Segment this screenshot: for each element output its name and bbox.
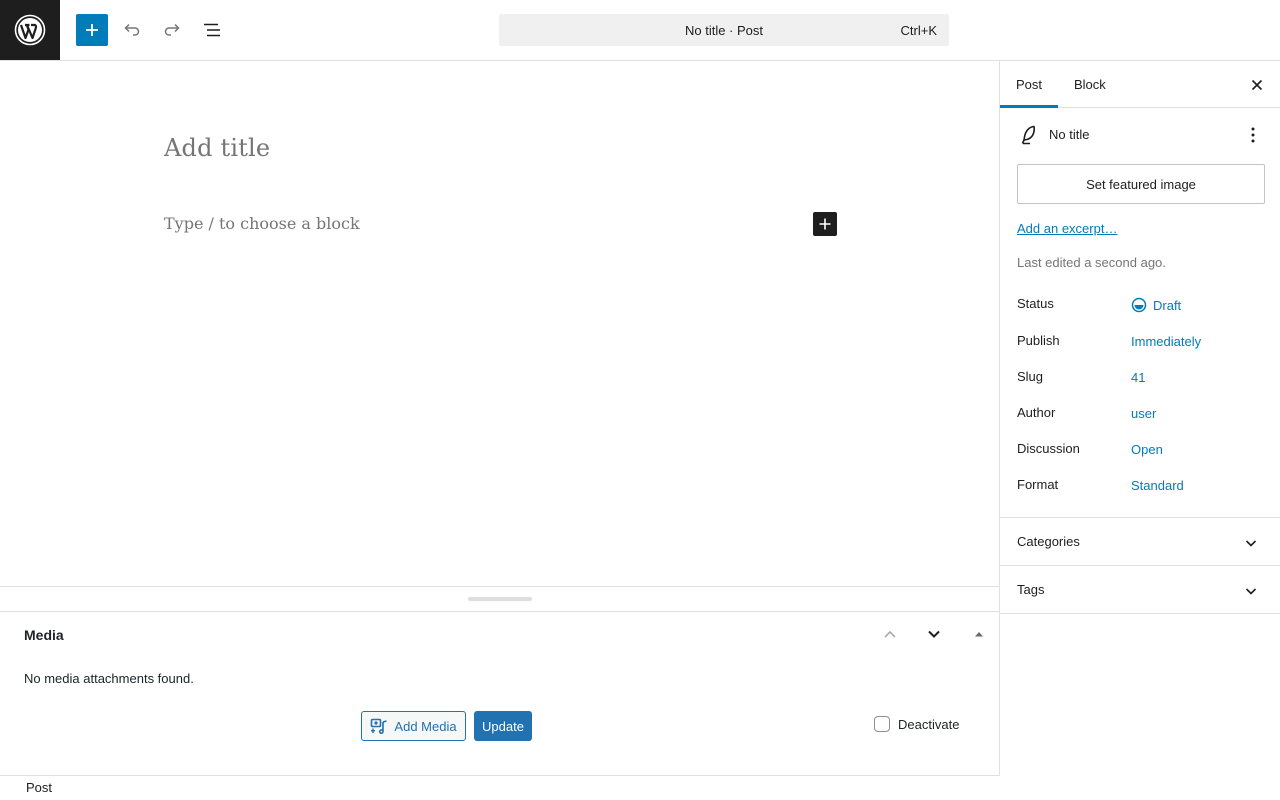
deactivate-label: Deactivate	[898, 716, 960, 732]
deactivate-option[interactable]: Deactivate	[874, 716, 959, 732]
block-inserter-button[interactable]	[76, 14, 108, 46]
media-metabox: Media No media attachments found. Add Me…	[0, 612, 999, 776]
close-sidebar-button[interactable]	[1245, 73, 1269, 97]
post-summary-title: No title	[1049, 127, 1090, 142]
chevron-down-icon	[1239, 579, 1263, 603]
metabox-title: Media	[24, 627, 64, 643]
document-overview-icon	[204, 23, 220, 37]
block-breadcrumb[interactable]: Post	[26, 780, 52, 795]
undo-button[interactable]	[116, 14, 148, 46]
metabox-resize-area	[0, 586, 999, 612]
command-bar-shortcut: Ctrl+K	[900, 23, 937, 38]
publish-value-button[interactable]: Immediately	[1131, 334, 1201, 349]
meta-row-format: Format Standard	[1017, 475, 1267, 495]
editor-canvas: Add title Type / to choose a block	[0, 61, 999, 586]
panel-label: Categories	[1017, 534, 1080, 549]
discussion-value-button[interactable]: Open	[1131, 442, 1163, 457]
format-value-button[interactable]: Standard	[1131, 478, 1184, 493]
meta-key: Slug	[1017, 369, 1044, 384]
more-vertical-icon	[1251, 127, 1255, 143]
command-bar-title: No title · Post	[684, 22, 764, 38]
panel-label: Tags	[1017, 582, 1045, 597]
settings-sidebar: Post Block No title Set featured image A…	[999, 61, 1280, 776]
metabox-resize-handle[interactable]	[468, 597, 532, 601]
status-value: Draft	[1153, 297, 1182, 313]
tags-panel-toggle[interactable]: Tags	[1000, 565, 1280, 613]
sidebar-tabs: Post Block	[1000, 61, 1280, 108]
meta-key: Status	[1017, 296, 1054, 311]
meta-row-slug: Slug 41	[1017, 367, 1267, 387]
add-media-label: Add Media	[394, 718, 457, 734]
meta-row-author: Author user	[1017, 403, 1267, 423]
slug-value-button[interactable]: 41	[1131, 370, 1145, 385]
status-value-button[interactable]: Draft	[1131, 297, 1181, 313]
wordpress-logo-button[interactable]	[0, 0, 60, 60]
add-media-icon	[371, 718, 388, 734]
add-excerpt-link[interactable]: Add an excerpt…	[1017, 221, 1117, 236]
editor-footer: Post	[0, 776, 1280, 800]
arrow-up-icon	[975, 632, 983, 637]
chevron-up-icon	[884, 630, 896, 638]
meta-key: Author	[1017, 405, 1056, 420]
categories-panel-toggle[interactable]: Categories	[1000, 517, 1280, 565]
author-value-button[interactable]: user	[1131, 406, 1156, 421]
meta-key: Discussion	[1017, 441, 1080, 456]
editor-header: No title · Post Ctrl+K	[0, 0, 1280, 61]
post-title-input[interactable]: Add title	[164, 134, 270, 162]
meta-row-status: Status Draft	[1017, 294, 1267, 314]
wordpress-logo-icon	[14, 14, 46, 46]
meta-row-publish: Publish Immediately	[1017, 331, 1267, 351]
panel-divider	[1000, 613, 1280, 614]
meta-row-discussion: Discussion Open	[1017, 439, 1267, 459]
add-block-button[interactable]	[813, 212, 837, 236]
post-actions-menu-button[interactable]	[1241, 123, 1265, 147]
update-button[interactable]: Update	[474, 711, 532, 741]
set-featured-image-button[interactable]: Set featured image	[1017, 164, 1265, 204]
command-palette-button[interactable]: No title · Post Ctrl+K	[499, 14, 949, 46]
meta-key: Format	[1017, 477, 1059, 492]
redo-icon	[164, 23, 180, 36]
deactivate-checkbox[interactable]	[874, 716, 890, 732]
document-overview-button[interactable]	[196, 14, 228, 46]
toggle-panel-button[interactable]	[967, 622, 991, 646]
close-icon	[1251, 79, 1263, 91]
chevron-down-icon	[928, 630, 940, 638]
paragraph-block-placeholder[interactable]: Type / to choose a block	[164, 214, 360, 233]
chevron-down-icon	[1239, 531, 1263, 555]
last-edited-text: Last edited a second ago.	[1017, 255, 1166, 270]
undo-icon	[124, 23, 140, 36]
redo-button[interactable]	[156, 14, 188, 46]
plus-icon	[86, 24, 98, 36]
meta-key: Publish	[1017, 333, 1060, 348]
tab-post[interactable]: Post	[1000, 61, 1058, 108]
move-up-button[interactable]	[878, 622, 902, 646]
post-card: No title	[1017, 123, 1267, 147]
move-down-button[interactable]	[922, 622, 946, 646]
tab-block[interactable]: Block	[1058, 61, 1122, 108]
feather-post-icon	[1021, 125, 1035, 145]
plus-icon	[819, 218, 831, 230]
add-media-button[interactable]: Add Media	[361, 711, 466, 741]
draft-status-icon	[1131, 297, 1147, 313]
no-media-message: No media attachments found.	[24, 671, 194, 686]
